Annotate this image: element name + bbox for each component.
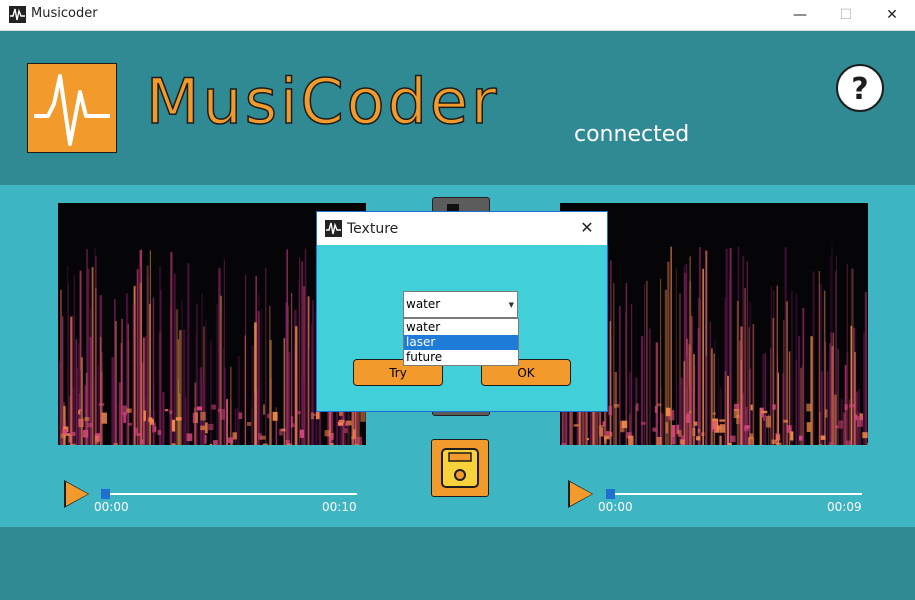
dialog-close-button[interactable]: ✕ xyxy=(575,217,599,239)
play-icon xyxy=(570,482,592,506)
time-start-right: 00:00 xyxy=(598,500,633,514)
help-button[interactable]: ? xyxy=(836,64,884,112)
maximize-button[interactable]: ☐ xyxy=(823,0,869,30)
texture-select-value: water xyxy=(406,297,441,311)
seek-handle-right[interactable] xyxy=(606,489,615,499)
app-header: MusiCoder connected ? xyxy=(0,31,915,185)
window-titlebar: Musicoder — ☐ ✕ xyxy=(0,0,915,31)
brand-title: MusiCoder xyxy=(145,65,500,138)
seek-handle-left[interactable] xyxy=(101,489,110,499)
dialog-titlebar: Texture ✕ xyxy=(317,212,607,245)
texture-dialog: Texture ✕ water ▼ Try OK xyxy=(316,211,608,412)
time-start-left: 00:00 xyxy=(94,500,129,514)
seek-slider-left[interactable] xyxy=(101,493,357,495)
save-button[interactable] xyxy=(431,439,489,497)
texture-dropdown-list: water laser future xyxy=(403,318,519,366)
option-laser[interactable]: laser xyxy=(404,335,518,350)
app-logo-icon xyxy=(27,63,117,153)
time-end-left: 00:10 xyxy=(322,500,357,514)
texture-select[interactable]: water ▼ xyxy=(403,291,518,318)
app-waveform-icon xyxy=(9,6,26,23)
svg-text:?: ? xyxy=(851,72,868,107)
dialog-title: Texture xyxy=(347,221,399,237)
app-waveform-icon xyxy=(325,220,342,237)
play-icon xyxy=(66,482,88,506)
close-window-button[interactable]: ✕ xyxy=(869,0,915,30)
seek-slider-right[interactable] xyxy=(606,493,862,495)
connection-status: connected xyxy=(574,122,690,147)
option-future[interactable]: future xyxy=(404,350,518,365)
help-icon: ? xyxy=(851,72,868,107)
save-floppy-icon xyxy=(441,448,479,488)
minimize-button[interactable]: — xyxy=(777,0,823,30)
window-title: Musicoder xyxy=(31,6,98,21)
footer-bar xyxy=(0,527,915,600)
time-end-right: 00:09 xyxy=(827,500,862,514)
dropdown-arrow-icon: ▼ xyxy=(508,301,514,309)
option-water[interactable]: water xyxy=(404,320,518,335)
